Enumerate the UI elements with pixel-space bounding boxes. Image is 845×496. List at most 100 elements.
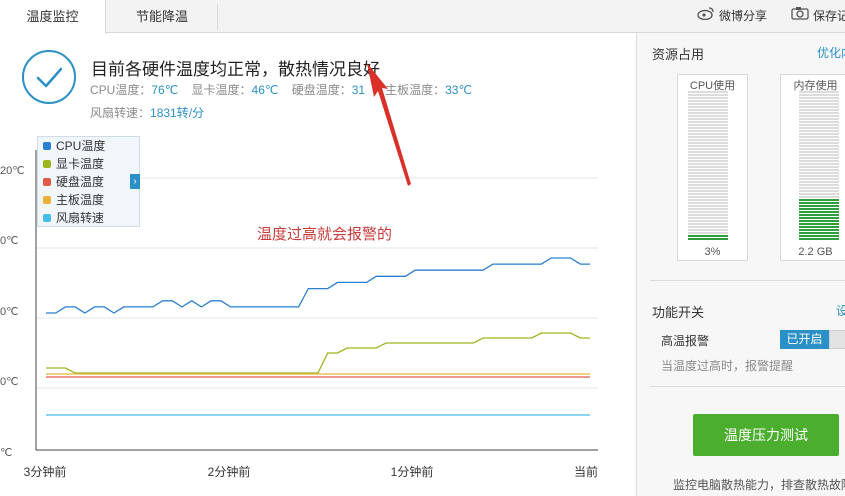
meter-segment	[688, 157, 728, 159]
meter-segment	[799, 118, 839, 120]
meter-segment	[688, 178, 728, 180]
meter-segment	[799, 142, 839, 144]
meter-segment	[799, 193, 839, 195]
legend-board-label: 主板温度	[56, 193, 105, 207]
meter-segment	[799, 187, 839, 189]
save-record-button[interactable]: 保存记	[791, 0, 845, 33]
save-record-label: 保存记	[813, 9, 845, 23]
meter-segment	[799, 94, 839, 96]
features-title: 功能开关	[652, 305, 705, 320]
meter-segment	[688, 166, 728, 168]
chart-legend: CPU温度 显卡温度 硬盘温度 主板温度 风扇转速	[37, 136, 140, 227]
meter-segment	[688, 172, 728, 174]
meter-segment	[799, 232, 839, 234]
series-line	[46, 257, 590, 314]
memory-usage-meter: 内存使用 2.2 GB	[780, 74, 845, 261]
meter-segment	[688, 142, 728, 144]
meter-segment	[799, 211, 839, 213]
meter-segment	[688, 211, 728, 213]
x-tick-label: 当前	[574, 464, 598, 479]
optimize-memory-link[interactable]: 优化内	[817, 44, 845, 61]
meter-segment	[688, 91, 728, 93]
meter-segment	[799, 91, 839, 93]
meter-segment	[799, 145, 839, 147]
meter-segment	[688, 106, 728, 108]
meter-segment	[799, 121, 839, 123]
meter-segment	[688, 184, 728, 186]
meter-segment	[688, 238, 728, 240]
meter-segment	[688, 169, 728, 171]
meter-segment	[799, 130, 839, 132]
divider	[650, 280, 845, 281]
meter-segment	[799, 166, 839, 168]
cpu-usage-meter: CPU使用 3%	[677, 74, 748, 261]
meter-segment	[799, 160, 839, 162]
meter-segment	[799, 214, 839, 216]
legend-board[interactable]: 主板温度	[43, 191, 104, 209]
meter-segment	[799, 181, 839, 183]
meter-segment	[688, 217, 728, 219]
meter-segment	[799, 220, 839, 222]
meter-segment	[688, 121, 728, 123]
y-tick-label: 0℃	[0, 376, 18, 388]
meter-segment	[799, 151, 839, 153]
legend-swatch	[43, 160, 51, 168]
weibo-icon	[697, 0, 715, 33]
meter-segment	[688, 175, 728, 177]
high-temp-alarm-toggle-off[interactable]	[829, 330, 845, 349]
high-temp-alarm-toggle[interactable]: 已开启	[780, 330, 829, 349]
meter-segment	[688, 154, 728, 156]
meter-segment	[799, 115, 839, 117]
meter-segment	[799, 169, 839, 171]
legend-swatch	[43, 178, 51, 186]
meter-segment	[688, 208, 728, 210]
meter-segment	[688, 220, 728, 222]
y-tick-label: 0℃	[0, 235, 18, 247]
meter-segment	[799, 103, 839, 105]
fan-speed-label: 风扇转速：	[90, 106, 151, 120]
meter-segment	[688, 190, 728, 192]
meter-segment	[688, 139, 728, 141]
meter-segment	[799, 127, 839, 129]
meter-segment	[799, 163, 839, 165]
annotation-arrow	[367, 63, 411, 186]
legend-fan[interactable]: 风扇转速	[43, 209, 104, 227]
meter-segment	[688, 112, 728, 114]
meter-segment	[688, 223, 728, 225]
legend-gpu[interactable]: 显卡温度	[43, 155, 104, 173]
meter-segment	[688, 127, 728, 129]
meter-segment	[688, 133, 728, 135]
meter-segment	[799, 124, 839, 126]
meter-segment	[799, 235, 839, 237]
stress-test-button[interactable]: 温度压力测试	[693, 414, 839, 456]
meter-segment	[688, 199, 728, 201]
meter-segment	[688, 196, 728, 198]
legend-disk-label: 硬盘温度	[56, 175, 105, 189]
fan-speed-value: 1831转/分	[150, 106, 205, 120]
stress-test-description: 监控电脑散热能力，排查散热故障	[673, 478, 845, 492]
meter-segment	[799, 97, 839, 99]
x-tick-label: 3分钟前	[24, 464, 67, 479]
tab-energy-saving[interactable]: 节能降温	[107, 0, 217, 33]
weibo-share-button[interactable]: 微博分享	[697, 0, 767, 33]
legend-disk[interactable]: 硬盘温度	[43, 173, 104, 191]
meter-segment	[799, 223, 839, 225]
meter-segment	[799, 112, 839, 114]
meter-segment	[799, 139, 839, 141]
cpu-temp-value: 76℃	[151, 83, 179, 97]
meter-segment	[688, 205, 728, 207]
disk-temp-label: 硬盘温度：	[291, 83, 352, 97]
meter-segment	[799, 148, 839, 150]
tab-temperature-monitor[interactable]: 温度监控	[0, 0, 106, 34]
meter-segment	[799, 229, 839, 231]
tab-divider	[217, 4, 218, 30]
high-temp-alarm-label: 高温报警	[661, 334, 710, 348]
legend-cpu[interactable]: CPU温度	[43, 137, 105, 155]
legend-collapse-button[interactable]: ›	[130, 174, 140, 189]
settings-link[interactable]: 设	[836, 302, 845, 319]
meter-segment	[799, 106, 839, 108]
legend-cpu-label: CPU温度	[56, 139, 106, 153]
meter-segment	[799, 175, 839, 177]
meter-segment	[688, 235, 728, 237]
memory-usage-value: 2.2 GB	[798, 246, 833, 258]
